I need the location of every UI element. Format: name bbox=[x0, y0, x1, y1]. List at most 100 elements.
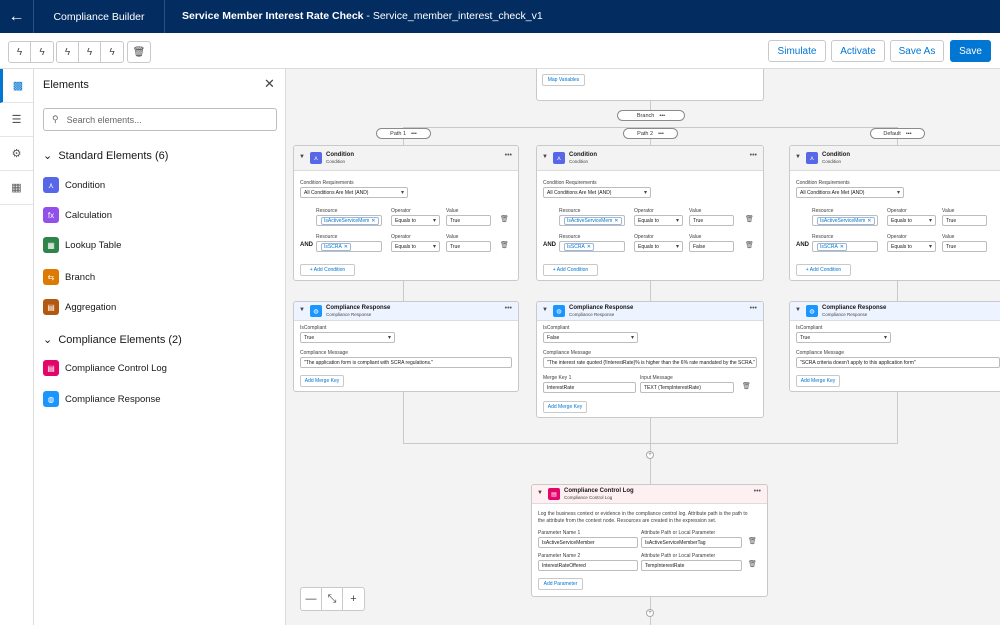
add-merge-key-button[interactable]: Add Merge Key bbox=[543, 401, 587, 413]
resources-icon[interactable]: ▦ bbox=[0, 171, 33, 205]
is-compliant-select[interactable]: True bbox=[796, 332, 891, 343]
add-condition-button[interactable]: + Add Condition bbox=[300, 264, 355, 276]
more-icon[interactable]: ••• bbox=[505, 305, 512, 312]
close-icon[interactable]: ✕ bbox=[344, 244, 348, 250]
map-variables-button[interactable]: Map Variables bbox=[542, 74, 585, 86]
operator-select[interactable]: Equals to bbox=[634, 215, 683, 226]
close-icon[interactable]: ✕ bbox=[264, 76, 275, 92]
resource-chip[interactable]: IsSCRA ✕ bbox=[564, 242, 594, 251]
add-merge-key-button[interactable]: Add Merge Key bbox=[300, 375, 344, 387]
zoom-out-icon[interactable]: — bbox=[301, 588, 322, 610]
path-pill-1[interactable]: Path 1 ••• bbox=[376, 128, 431, 139]
compliance-control-log-card[interactable]: ▼ ▤ Compliance Control Log Compliance Co… bbox=[531, 484, 768, 597]
operator-select[interactable]: Equals to bbox=[634, 241, 683, 252]
simulate-button[interactable]: Simulate bbox=[768, 40, 826, 62]
more-icon[interactable]: ••• bbox=[750, 305, 757, 312]
add-element-icon[interactable]: + bbox=[646, 451, 654, 459]
trash-icon[interactable]: 🗑 bbox=[748, 560, 757, 568]
operator-select[interactable]: Equals to bbox=[887, 241, 936, 252]
input-message-field[interactable]: TEXT (TempInterestRate) bbox=[640, 382, 734, 393]
resource-field[interactable]: IsSCRA ✕ bbox=[812, 241, 878, 252]
parameter-name-field[interactable]: IsActiveServiceMember bbox=[538, 537, 638, 548]
element-compliance-control-log[interactable]: ▤ Compliance Control Log bbox=[43, 359, 167, 377]
chevron-down-icon[interactable]: ▼ bbox=[542, 154, 548, 160]
more-icon[interactable]: ••• bbox=[505, 152, 512, 159]
close-icon[interactable]: ✕ bbox=[614, 218, 618, 224]
chevron-down-icon[interactable]: ▼ bbox=[795, 307, 801, 313]
elements-icon[interactable]: ▩ bbox=[0, 69, 33, 103]
compliance-message-field[interactable]: "SCRA criteria doesn't apply to this app… bbox=[796, 357, 1000, 368]
search-input[interactable]: ⚲ Search elements... bbox=[43, 108, 277, 131]
operator-select[interactable]: Equals to bbox=[887, 215, 936, 226]
chevron-down-icon[interactable]: ▼ bbox=[795, 154, 801, 160]
more-icon[interactable]: ••• bbox=[750, 152, 757, 159]
element-lookup-table[interactable]: ▦ Lookup Table bbox=[43, 236, 121, 254]
element-aggregation[interactable]: ▤ Aggregation bbox=[43, 298, 116, 316]
merge-key-field[interactable]: InterestRate bbox=[543, 382, 636, 393]
close-icon[interactable]: ✕ bbox=[587, 244, 591, 250]
compliance-response-card-default[interactable]: ▼ ◍ Compliance Response Compliance Respo… bbox=[789, 301, 1000, 392]
standard-elements-section[interactable]: ⌄ Standard Elements (6) bbox=[43, 149, 168, 162]
trash-icon[interactable]: 🗑 bbox=[745, 215, 754, 223]
value-field[interactable]: True bbox=[942, 241, 987, 252]
trash-icon[interactable]: 🗑 bbox=[500, 215, 509, 223]
condition-requirements-select[interactable]: All Conditions Are Met (AND) bbox=[543, 187, 651, 198]
value-field[interactable]: True bbox=[446, 241, 491, 252]
resource-chip[interactable]: IsSCRA ✕ bbox=[817, 242, 847, 251]
resource-chip[interactable]: IsActiveServiceMem ✕ bbox=[564, 216, 622, 225]
chevron-down-icon[interactable]: ▼ bbox=[542, 307, 548, 313]
trash-icon[interactable]: 🗑 bbox=[128, 42, 150, 62]
compliance-message-field[interactable]: "The application form is compliant with … bbox=[300, 357, 512, 368]
trash-icon[interactable]: 🗑 bbox=[742, 382, 751, 390]
fit-to-screen-icon[interactable]: ⤡ bbox=[322, 588, 343, 610]
value-field[interactable]: False bbox=[689, 241, 734, 252]
is-compliant-select[interactable]: False bbox=[543, 332, 638, 343]
add-parameter-button[interactable]: Add Parameter bbox=[538, 578, 583, 590]
element-calculation[interactable]: fx Calculation bbox=[43, 206, 112, 224]
back-arrow-icon[interactable]: ← bbox=[0, 0, 34, 33]
more-icon[interactable]: ••• bbox=[411, 131, 417, 137]
element-compliance-response[interactable]: ◍ Compliance Response bbox=[43, 390, 161, 408]
close-icon[interactable]: ✕ bbox=[371, 218, 375, 224]
more-icon[interactable]: ••• bbox=[659, 113, 665, 119]
is-compliant-select[interactable]: True bbox=[300, 332, 395, 343]
close-icon[interactable]: ✕ bbox=[867, 218, 871, 224]
attribute-path-field[interactable]: TempInterestRate bbox=[641, 560, 742, 571]
flow-canvas[interactable]: Map Variables Branch ••• Path 1 ••• Path 2… bbox=[286, 69, 1000, 625]
compliance-response-card-path-2[interactable]: ▼ ◍ Compliance Response Compliance Respo… bbox=[536, 301, 764, 418]
value-field[interactable]: True bbox=[446, 215, 491, 226]
trash-icon[interactable]: 🗑 bbox=[745, 241, 754, 249]
flash-icon[interactable]: ϟ bbox=[9, 42, 31, 62]
path-pill-2[interactable]: Path 2 ••• bbox=[623, 128, 678, 139]
flash-icon[interactable]: ϟ bbox=[57, 42, 79, 62]
activate-button[interactable]: Activate bbox=[831, 40, 885, 62]
resource-field[interactable]: IsActiveServiceMem ✕ bbox=[812, 215, 878, 226]
close-icon[interactable]: ✕ bbox=[840, 244, 844, 250]
add-condition-button[interactable]: + Add Condition bbox=[543, 264, 598, 276]
resource-chip[interactable]: IsActiveServiceMem ✕ bbox=[321, 216, 379, 225]
value-field[interactable]: True bbox=[942, 215, 987, 226]
resource-chip[interactable]: IsActiveServiceMem ✕ bbox=[817, 216, 875, 225]
save-as-button[interactable]: Save As bbox=[890, 40, 944, 62]
path-pill-default[interactable]: Default ••• bbox=[870, 128, 925, 139]
trash-icon[interactable]: 🗑 bbox=[500, 241, 509, 249]
element-condition[interactable]: ⋏ Condition bbox=[43, 176, 105, 194]
attribute-path-field[interactable]: IsActiveServiceMemberTag bbox=[641, 537, 742, 548]
parameter-name-field[interactable]: InterestRateOffered bbox=[538, 560, 638, 571]
resource-chip[interactable]: IsSCRA ✕ bbox=[321, 242, 351, 251]
value-field[interactable]: True bbox=[689, 215, 734, 226]
branch-pill[interactable]: Branch ••• bbox=[617, 110, 685, 121]
flash-icon[interactable]: ϟ bbox=[79, 42, 101, 62]
more-icon[interactable]: ••• bbox=[658, 131, 664, 137]
trash-icon[interactable]: 🗑 bbox=[748, 537, 757, 545]
chevron-down-icon[interactable]: ▼ bbox=[299, 307, 305, 313]
operator-select[interactable]: Equals to bbox=[391, 241, 440, 252]
more-icon[interactable]: ••• bbox=[906, 131, 912, 137]
condition-card-default[interactable]: ▼ ⋏ Condition Condition Condition Requir… bbox=[789, 145, 1000, 281]
compliance-message-field[interactable]: "The interest rate quoted {!InterestRate… bbox=[543, 357, 757, 368]
add-merge-key-button[interactable]: Add Merge Key bbox=[796, 375, 840, 387]
flash-icon[interactable]: ϟ bbox=[31, 42, 53, 62]
chevron-down-icon[interactable]: ▼ bbox=[299, 154, 305, 160]
condition-requirements-select[interactable]: All Conditions Are Met (AND) bbox=[796, 187, 904, 198]
resource-field[interactable]: IsActiveServiceMem ✕ bbox=[316, 215, 382, 226]
